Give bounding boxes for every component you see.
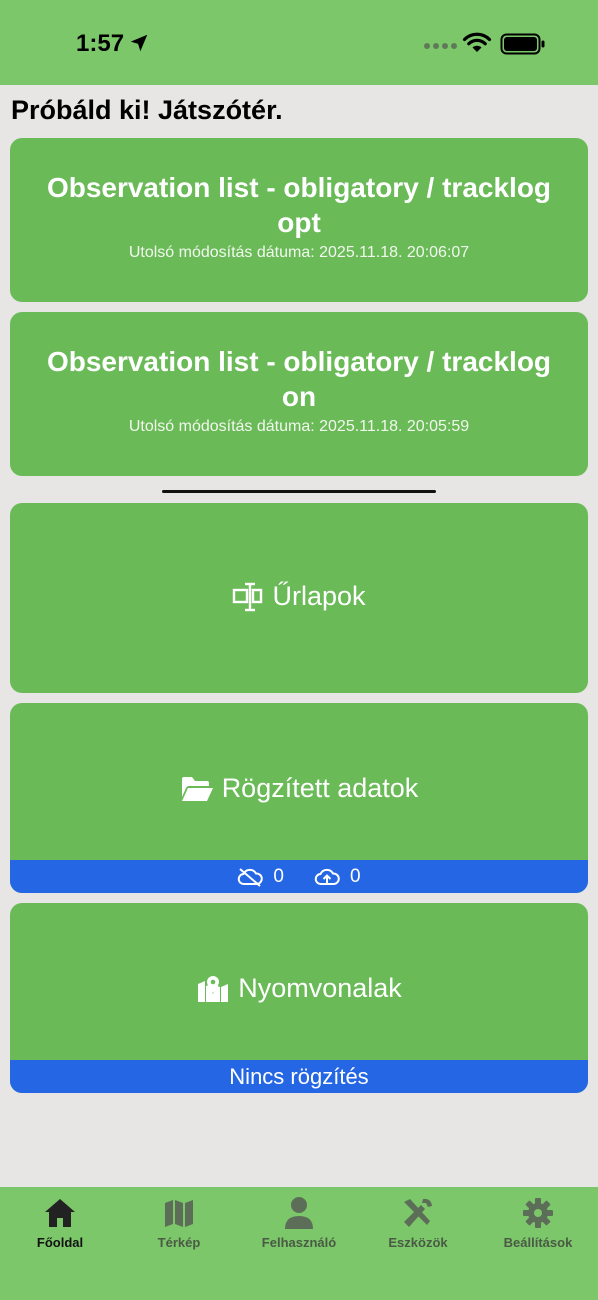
recorded-data-card[interactable]: Rögzített adatok 0 0 <box>10 703 588 893</box>
tab-label: Felhasználó <box>261 1235 337 1250</box>
user-icon <box>285 1197 313 1229</box>
tracks-label: Nyomvonalak <box>238 973 402 1003</box>
tracking-status-text: Nincs rögzítés <box>229 1063 369 1089</box>
forms-card[interactable]: Űrlapok <box>10 503 588 693</box>
upload-counter: 0 <box>314 866 361 888</box>
cloud-off-icon <box>238 867 264 887</box>
map-pin-icon <box>198 975 229 1002</box>
status-bar: 1:57 <box>0 0 598 85</box>
tab-label: Főoldal <box>36 1235 84 1250</box>
section-divider <box>162 490 436 493</box>
tab-tools[interactable]: Eszközök <box>358 1195 478 1250</box>
tab-label: Térkép <box>157 1235 201 1250</box>
observation-list-date: Utolsó módosítás dátuma: 2025.11.18. 20:… <box>128 418 470 435</box>
status-time: 1:57 <box>76 30 125 57</box>
tab-settings[interactable]: Beállítások <box>478 1195 598 1250</box>
location-arrow-icon <box>130 34 148 52</box>
form-icon <box>233 582 263 611</box>
tools-icon <box>404 1198 432 1227</box>
folder-open-icon <box>181 776 213 801</box>
tab-home[interactable]: Főoldal <box>0 1195 120 1250</box>
forms-label-row: Űrlapok <box>10 581 588 612</box>
observation-list-date: Utolsó módosítás dátuma: 2025.11.18. 20:… <box>128 244 470 261</box>
tracks-card[interactable]: Nyomvonalak Nincs rögzítés <box>10 903 588 1093</box>
tab-label: Beállítások <box>503 1235 573 1250</box>
page-title: Próbáld ki! Játszótér. <box>11 95 283 125</box>
map-icon <box>165 1200 193 1227</box>
tracking-status-strip: Nincs rögzítés <box>10 1060 588 1093</box>
observation-list-title: Observation list - obligatory / tracklog… <box>46 172 552 238</box>
signal-dots-icon <box>424 43 457 49</box>
gear-icon <box>523 1198 553 1228</box>
battery-icon <box>500 33 545 55</box>
tab-bar: Főoldal Térkép Felhasználó Eszközök Beál… <box>0 1187 598 1300</box>
tracks-label-row: Nyomvonalak <box>10 973 588 1004</box>
wifi-icon <box>462 32 492 52</box>
tab-map[interactable]: Térkép <box>119 1195 239 1250</box>
tab-user[interactable]: Felhasználó <box>239 1195 359 1250</box>
upload-count: 0 <box>350 865 361 887</box>
recorded-data-label: Rögzített adatok <box>221 773 419 803</box>
observation-list-card-2[interactable]: Observation list - obligatory / tracklog… <box>10 312 588 476</box>
recorded-label-row: Rögzített adatok <box>10 773 588 804</box>
not-synced-counter: 0 <box>237 866 284 888</box>
sync-status-strip: 0 0 <box>10 860 588 893</box>
forms-label: Űrlapok <box>272 581 366 611</box>
tab-label: Eszközök <box>388 1235 448 1250</box>
observation-list-card-1[interactable]: Observation list - obligatory / tracklog… <box>10 138 588 302</box>
cloud-upload-icon <box>314 868 340 885</box>
observation-list-title: Observation list - obligatory / tracklog… <box>46 346 552 412</box>
home-icon <box>45 1199 75 1227</box>
not-synced-count: 0 <box>273 865 284 887</box>
